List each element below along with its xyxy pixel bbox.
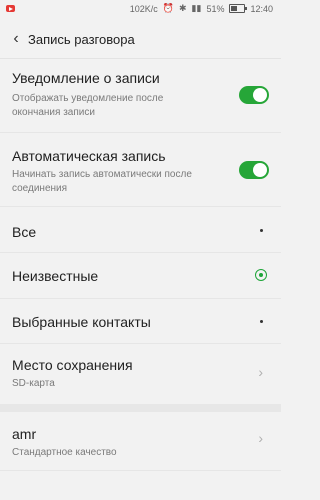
alarm-icon: ⏰	[162, 3, 174, 13]
network-speed: 102K/c	[129, 3, 158, 14]
clock: 12:40	[250, 3, 273, 14]
auto-record-toggle[interactable]	[239, 161, 269, 179]
chevron-right-icon: ›	[258, 430, 263, 446]
signal-icon: ▮▮	[191, 3, 202, 13]
option-label: Все	[12, 224, 37, 240]
setting-subtitle: Начинать запись автоматически после соед…	[12, 169, 192, 194]
chevron-right-icon: ›	[258, 364, 263, 380]
toggle-knob	[253, 88, 267, 102]
option-selected-contacts[interactable]: Выбранные контакты	[0, 299, 281, 344]
unselected-dot	[260, 229, 263, 232]
radio-dot	[259, 273, 263, 277]
setting-format[interactable]: amr Стандартное качество ›	[0, 412, 281, 471]
battery-percent: 51%	[206, 3, 225, 14]
setting-subtitle: Стандартное качество	[12, 447, 117, 458]
unselected-dot	[260, 320, 263, 323]
option-label: Выбранные контакты	[12, 314, 151, 330]
page-title: Запись разговора	[28, 31, 135, 47]
youtube-icon	[6, 5, 15, 12]
option-label: Неизвестные	[12, 268, 99, 284]
setting-subtitle: Отображать уведомление после окончания з…	[12, 93, 164, 118]
option-unknown[interactable]: Неизвестные	[0, 253, 281, 299]
status-bar: 102K/c ⏰ ✱ ▮▮ 51% 12:40	[0, 0, 281, 20]
setting-label: Место сохранения	[12, 357, 133, 373]
toggle-knob	[253, 163, 267, 177]
back-arrow-icon[interactable]: ‹	[6, 29, 26, 49]
bluetooth-icon: ✱	[179, 3, 187, 13]
radio-selected-icon[interactable]	[255, 269, 267, 281]
setting-storage[interactable]: Место сохранения SD-карта ›	[0, 344, 281, 405]
setting-label: Автоматическая запись	[12, 148, 166, 164]
notification-toggle[interactable]	[239, 86, 269, 104]
setting-auto-record[interactable]: Автоматическая запись Начинать запись ав…	[0, 133, 281, 207]
setting-subtitle: SD-карта	[12, 378, 55, 389]
option-all[interactable]: Все	[0, 207, 281, 253]
setting-label: Уведомление о записи	[12, 70, 160, 86]
setting-label: amr	[12, 426, 37, 442]
status-right: 102K/c ⏰ ✱ ▮▮ 51% 12:40	[130, 3, 273, 14]
app-bar: ‹ Запись разговора	[0, 20, 281, 59]
section-gap	[0, 404, 281, 412]
battery-icon	[229, 4, 248, 13]
setting-notification[interactable]: Уведомление о записи Отображать уведомле…	[0, 59, 281, 133]
